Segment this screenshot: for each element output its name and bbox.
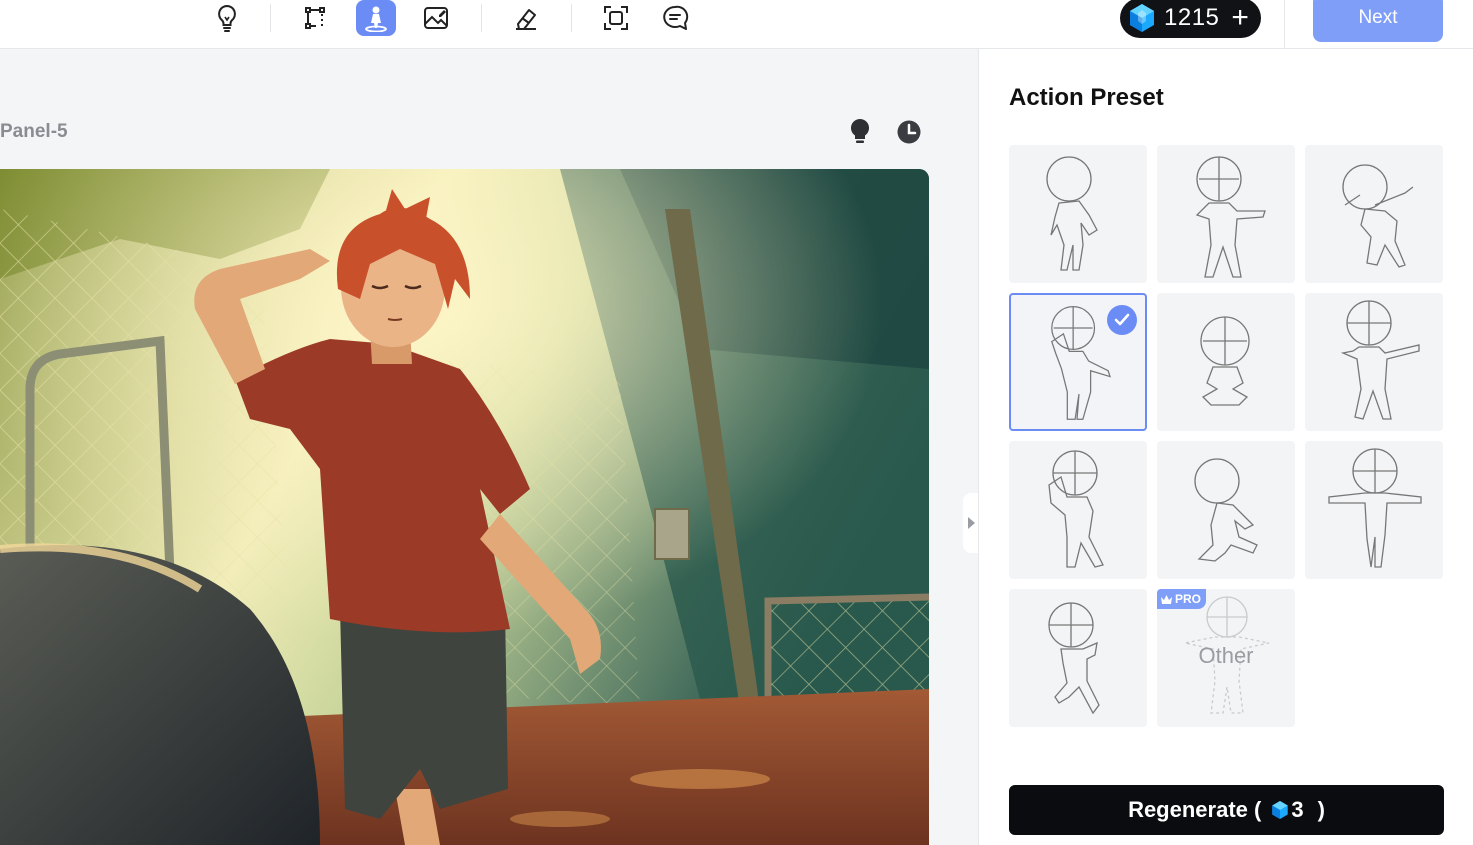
- regenerate-button[interactable]: Regenerate ( 3 ): [1009, 785, 1444, 835]
- pose-figure-icon: [1046, 156, 1098, 271]
- preset-pose-3[interactable]: [1305, 145, 1443, 283]
- selected-check-icon: [1107, 305, 1137, 335]
- eraser-tool-button[interactable]: [506, 0, 546, 36]
- credits-count: 1215: [1164, 4, 1220, 31]
- gem-icon: [1130, 4, 1154, 32]
- preset-pose-5[interactable]: [1157, 293, 1295, 431]
- collapse-panel-toggle[interactable]: [963, 493, 979, 553]
- other-label: Other: [1198, 643, 1254, 668]
- lightbulb-icon: [850, 118, 870, 143]
- eraser-icon: [516, 9, 536, 30]
- layout-edit-icon: [305, 7, 325, 29]
- generated-image-canvas[interactable]: [0, 169, 929, 845]
- pose-figure-icon: [1048, 602, 1100, 715]
- add-credits-button[interactable]: +: [1231, 3, 1249, 33]
- hint-button[interactable]: [846, 118, 874, 146]
- preset-pose-7[interactable]: [1009, 441, 1147, 579]
- panel-title: Action Preset: [1009, 84, 1164, 111]
- caret-right-icon: [968, 517, 975, 529]
- preset-pose-6[interactable]: [1305, 293, 1443, 431]
- preset-pose-10[interactable]: [1009, 589, 1147, 727]
- pose-figure-icon: [365, 6, 387, 32]
- chat-bubble-icon: [663, 5, 689, 30]
- pose-figure-icon: [1328, 448, 1422, 568]
- pose-figure-icon: [1194, 458, 1258, 562]
- pro-badge: PRO: [1157, 589, 1207, 609]
- preset-pose-4-selected[interactable]: [1009, 293, 1147, 431]
- clock-icon: [897, 120, 921, 144]
- lightbulb-icon: [218, 4, 236, 32]
- layout-edit-tool-button[interactable]: [296, 0, 336, 36]
- pose-figure-icon: [1048, 450, 1104, 568]
- anime-boy-illustration: [0, 169, 929, 845]
- preset-pose-2[interactable]: [1157, 145, 1295, 283]
- preset-pose-8[interactable]: [1157, 441, 1295, 579]
- pose-figure-icon: [1340, 300, 1420, 420]
- pro-badge-label: PRO: [1175, 592, 1202, 606]
- regenerate-close: ): [1317, 797, 1325, 822]
- image-edit-icon: [424, 7, 448, 29]
- crop-frame-tool-button[interactable]: [596, 0, 636, 36]
- chat-tool-button[interactable]: [656, 0, 696, 36]
- history-button[interactable]: [895, 118, 923, 146]
- credits-pill[interactable]: 1215 +: [1120, 0, 1261, 38]
- panel-label: Panel-5: [0, 121, 68, 142]
- gem-icon: [1272, 801, 1289, 819]
- top-toolbar: 1215 + Next: [0, 0, 1473, 49]
- lightbulb-tool-button[interactable]: [207, 0, 247, 36]
- preset-pose-9[interactable]: [1305, 441, 1443, 579]
- regenerate-cost: 3: [1291, 797, 1304, 822]
- preset-other[interactable]: PRO Other: [1157, 589, 1295, 727]
- crop-frame-icon: [604, 6, 628, 30]
- pose-figure-icon: [1200, 316, 1250, 406]
- pose-tool-button[interactable]: [356, 0, 396, 36]
- action-preset-panel: Action Preset PRO Other Regenerate (3): [978, 49, 1473, 845]
- pose-figure-icon: [1195, 156, 1266, 278]
- pose-figure-icon: [1342, 164, 1414, 268]
- crown-icon: [1161, 594, 1172, 604]
- image-edit-tool-button[interactable]: [416, 0, 456, 36]
- next-button[interactable]: Next: [1313, 0, 1443, 42]
- preset-pose-1[interactable]: [1009, 145, 1147, 283]
- regenerate-label: Regenerate (: [1128, 797, 1262, 822]
